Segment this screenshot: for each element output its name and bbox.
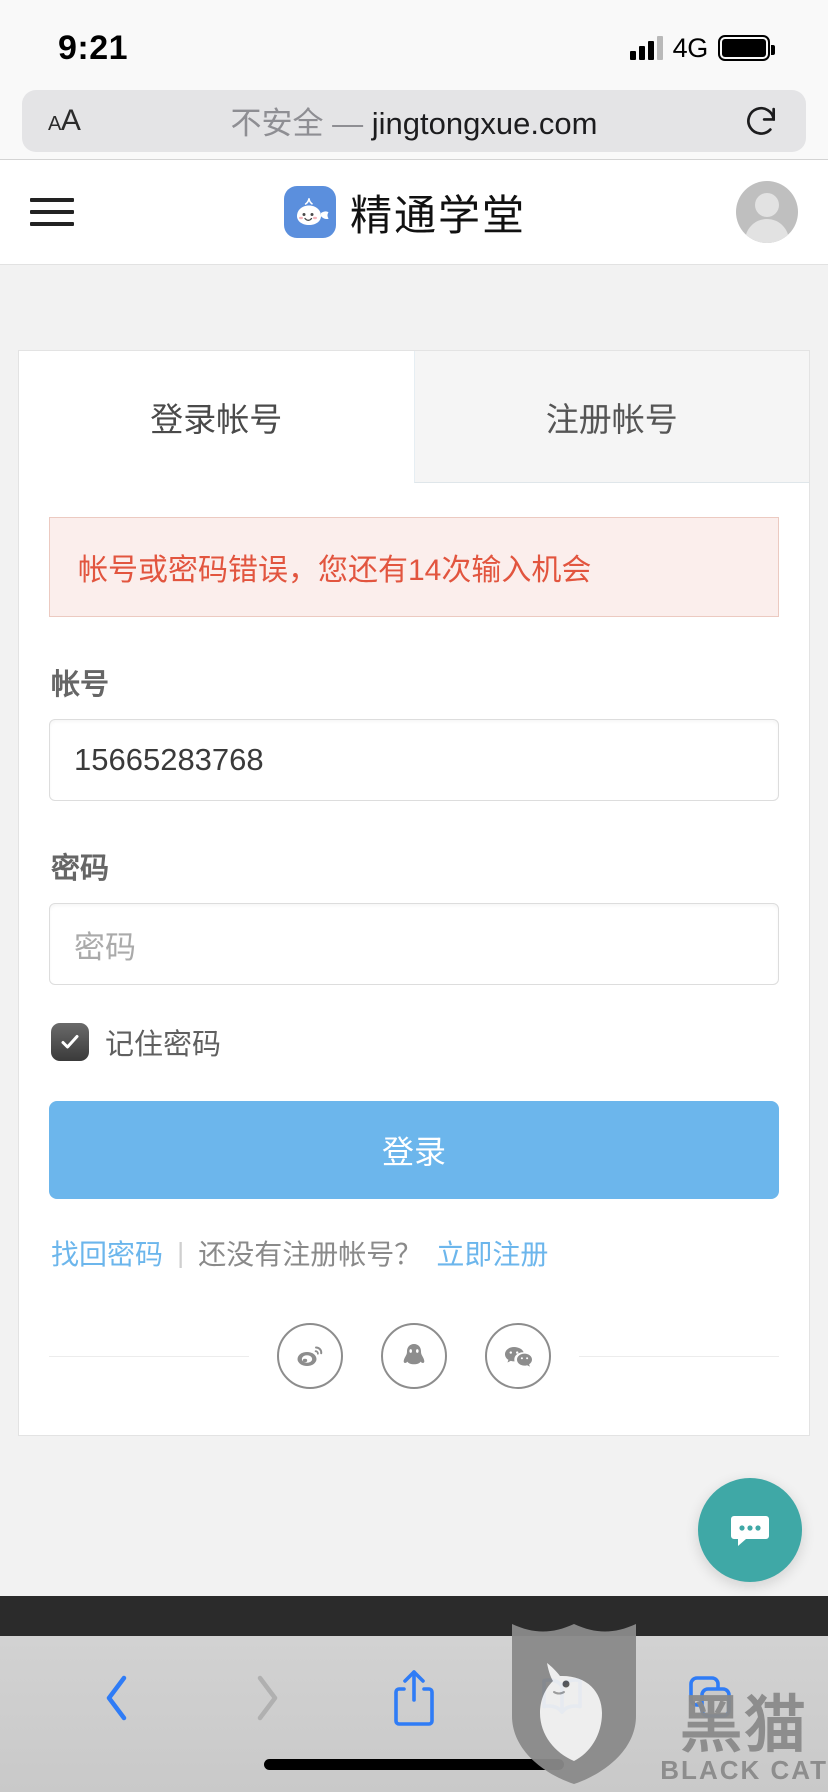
browser-url-bar-container: AA 不安全 — jingtongxue.com — [0, 82, 828, 160]
login-button[interactable]: 登录 — [49, 1101, 779, 1199]
divider-left — [49, 1355, 249, 1357]
url-domain: jingtongxue.com — [371, 106, 598, 141]
register-now-link[interactable]: 立即注册 — [436, 1233, 548, 1273]
tab-login[interactable]: 登录帐号 — [19, 351, 414, 483]
watermark-text: 黑猫 BLACK CAT — [660, 1688, 828, 1786]
cellular-signal-icon — [629, 36, 663, 60]
watermark-en: BLACK CAT — [660, 1755, 828, 1785]
browser-url-bar[interactable]: AA 不安全 — jingtongxue.com — [22, 89, 806, 152]
whale-logo-icon — [283, 186, 336, 238]
password-input[interactable]: 密码 — [49, 903, 779, 985]
phone-screen: 9:21 4G AA 不安全 — jingtongxue.com 精通学堂 登录… — [0, 0, 828, 1792]
brand-area: 精通学堂 — [74, 182, 736, 243]
auth-tabs: 登录帐号 注册帐号 — [19, 351, 809, 483]
battery-full-icon — [718, 35, 775, 61]
share-button[interactable] — [340, 1662, 488, 1734]
account-label: 帐号 — [51, 669, 110, 701]
page-body: 登录帐号 注册帐号 帐号或密码错误，您还有14次输入机会 帐号 15665283… — [0, 265, 828, 1596]
weibo-icon[interactable] — [277, 1323, 343, 1389]
chat-bubble-icon[interactable] — [698, 1478, 802, 1582]
password-label: 密码 — [51, 853, 110, 885]
no-account-text: 还没有注册帐号？ — [198, 1239, 423, 1270]
page-title: 精通学堂 — [349, 190, 526, 240]
status-right-group: 4G — [629, 32, 775, 64]
network-type-label: 4G — [672, 32, 709, 63]
avatar-head — [755, 193, 779, 217]
reload-icon[interactable] — [742, 102, 780, 140]
avatar-body — [745, 219, 789, 243]
divider-right — [579, 1355, 779, 1357]
wechat-icon[interactable] — [485, 1323, 551, 1389]
hamburger-menu-icon[interactable] — [30, 198, 74, 226]
back-button[interactable] — [44, 1662, 192, 1734]
auth-links: 找回密码 | 还没有注册帐号？ 立即注册 — [51, 1233, 779, 1273]
user-avatar-icon[interactable] — [736, 181, 798, 243]
remember-password-label: 记住密码 — [105, 1029, 222, 1061]
forward-button — [192, 1662, 340, 1734]
url-text: 不安全 — jingtongxue.com — [22, 98, 806, 143]
insecure-label: 不安全 — [230, 106, 324, 141]
black-cat-shield-icon — [512, 1624, 637, 1784]
remember-password-row[interactable]: 记住密码 — [51, 1021, 779, 1063]
tab-register[interactable]: 注册帐号 — [413, 351, 809, 483]
error-alert: 帐号或密码错误，您还有14次输入机会 — [49, 517, 779, 617]
watermark-cn: 黑猫 — [680, 1688, 809, 1762]
url-separator: — — [332, 106, 364, 141]
account-input[interactable]: 15665283768 — [49, 719, 779, 801]
social-login-row — [49, 1323, 779, 1435]
login-card: 登录帐号 注册帐号 帐号或密码错误，您还有14次输入机会 帐号 15665283… — [18, 350, 810, 1436]
forgot-password-link[interactable]: 找回密码 — [51, 1233, 163, 1273]
text-size-button[interactable]: AA — [48, 103, 81, 138]
status-bar: 9:21 4G — [0, 0, 828, 82]
black-cat-watermark: 黑猫 BLACK CAT — [504, 1614, 828, 1786]
text-size-large-a: A — [60, 103, 81, 137]
social-icons — [249, 1323, 579, 1389]
links-divider: | — [177, 1237, 185, 1268]
qq-icon[interactable] — [381, 1323, 447, 1389]
app-header: 精通学堂 — [0, 160, 828, 265]
text-size-small-a: A — [48, 112, 61, 135]
status-time: 9:21 — [58, 28, 129, 67]
checkbox-checked-icon[interactable] — [51, 1023, 89, 1061]
login-form: 帐号或密码错误，您还有14次输入机会 帐号 15665283768 密码 密码 … — [19, 483, 809, 1435]
